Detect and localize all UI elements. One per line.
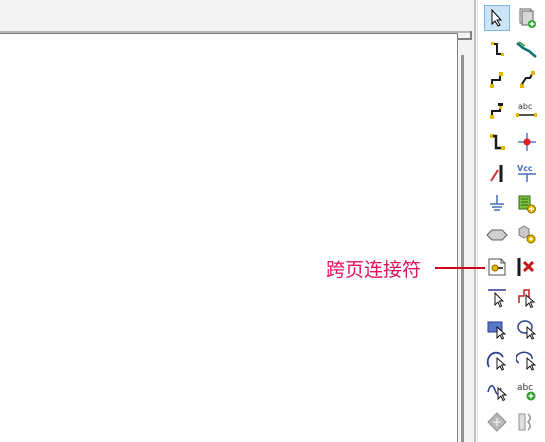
power-port-icon[interactable]: Vcc [514, 160, 540, 186]
vertical-scrollbar[interactable] [461, 55, 464, 442]
net-label-icon[interactable]: abc [514, 98, 540, 124]
diamond-tool-icon[interactable] [484, 409, 510, 435]
svg-text:Vcc: Vcc [517, 164, 533, 173]
schematic-sheet[interactable] [0, 33, 458, 442]
select-pointer-icon[interactable] [484, 5, 510, 31]
bezier-tool-icon[interactable] [484, 378, 510, 404]
svg-text:abc: abc [518, 102, 532, 111]
wire-entry-icon[interactable] [484, 67, 510, 93]
new-sheet-icon[interactable] [514, 5, 540, 31]
off-page-connector-icon[interactable] [484, 254, 510, 280]
app-window: abc Vcc abc 跨页连接符 [0, 0, 545, 442]
ellipse-tool-icon[interactable] [514, 316, 540, 342]
bus-icon[interactable] [514, 36, 540, 62]
sheet-corner-marker [458, 31, 472, 40]
junction-wire-icon[interactable] [484, 98, 510, 124]
text-tool-icon[interactable]: abc [514, 378, 540, 404]
off-page-gear-icon[interactable] [514, 222, 540, 248]
wire-corner-icon[interactable] [484, 129, 510, 155]
polyline-tool-icon[interactable] [514, 285, 540, 311]
place-part-icon[interactable] [514, 191, 540, 217]
wire-icon[interactable] [484, 36, 510, 62]
bus-entry-icon[interactable] [514, 67, 540, 93]
angled-wire-icon[interactable] [484, 160, 510, 186]
rectangle-tool-icon[interactable] [484, 316, 510, 342]
canvas-area [0, 0, 476, 442]
panel-divider[interactable] [474, 0, 476, 442]
tool-palette: abc Vcc abc [477, 0, 545, 442]
ieee-symbol-icon[interactable] [514, 409, 540, 435]
callout-pointer-line [435, 267, 485, 269]
elliptical-arc-icon[interactable] [514, 347, 540, 373]
no-connect-icon[interactable] [514, 254, 540, 280]
arc-tool-icon[interactable] [484, 347, 510, 373]
port-icon[interactable] [484, 222, 510, 248]
ground-icon[interactable] [484, 191, 510, 217]
svg-text:abc: abc [517, 383, 533, 393]
junction-dot-icon[interactable] [514, 129, 540, 155]
line-tool-icon[interactable] [484, 285, 510, 311]
off-page-connector-callout-label: 跨页连接符 [326, 259, 422, 281]
